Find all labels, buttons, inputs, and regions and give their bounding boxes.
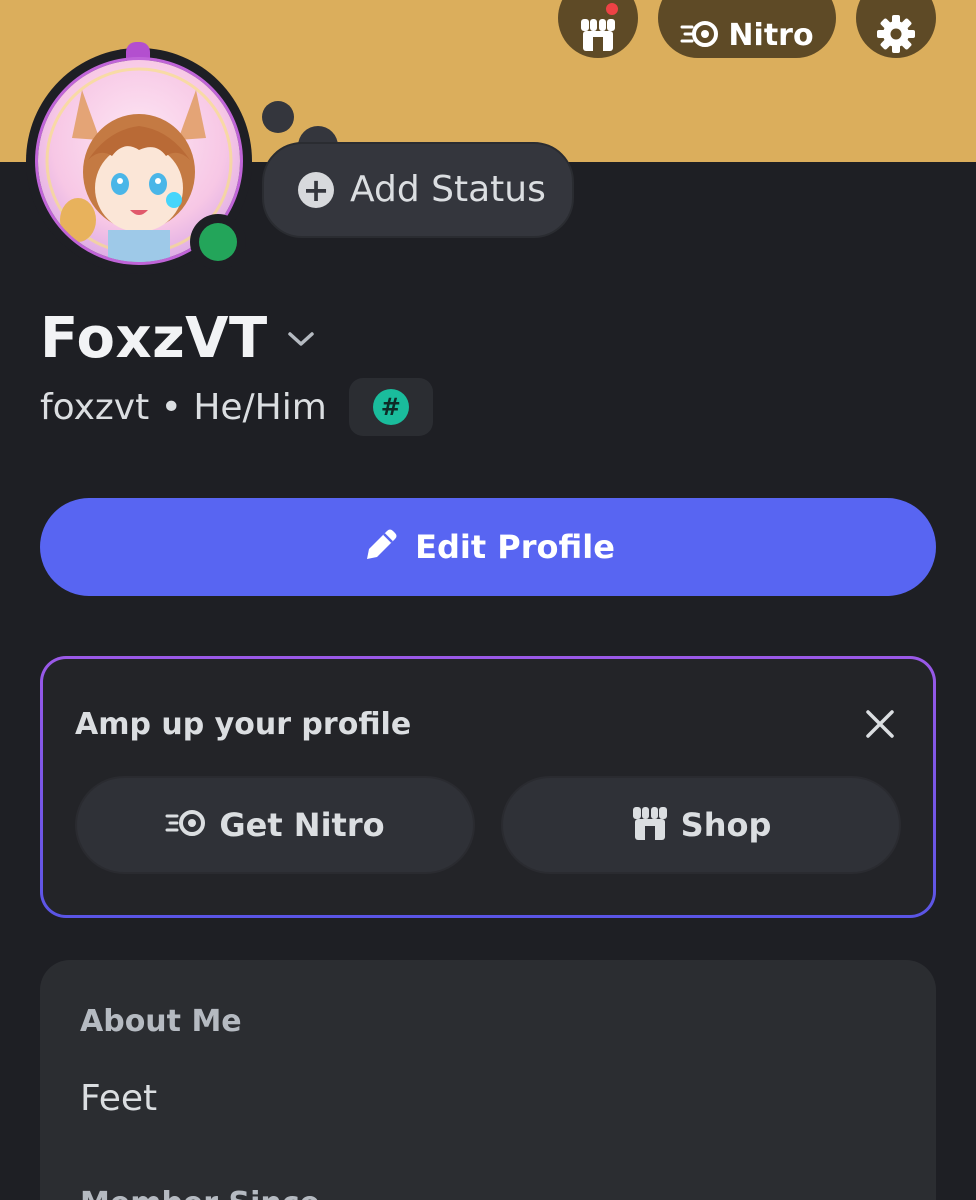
about-me-card: About Me Feet Member Since xyxy=(40,960,936,1200)
edit-profile-button[interactable]: Edit Profile xyxy=(40,498,936,596)
display-name-row[interactable]: FoxzVT xyxy=(40,306,316,371)
gear-icon xyxy=(876,14,916,58)
nitro-icon xyxy=(165,808,207,842)
online-status-indicator xyxy=(199,223,237,261)
nitro-icon xyxy=(680,19,720,53)
amp-card-title: Amp up your profile xyxy=(75,707,412,742)
shop-icon xyxy=(631,804,669,846)
shop-card-button[interactable]: Shop xyxy=(501,776,901,874)
hash-badge-icon: # xyxy=(372,389,409,425)
shop-icon xyxy=(579,15,617,57)
avatar-decoration xyxy=(126,42,150,62)
nitro-label: Nitro xyxy=(728,18,814,53)
add-status-button[interactable]: + Add Status xyxy=(262,142,574,238)
chevron-down-icon[interactable] xyxy=(286,329,316,349)
member-since-title: Member Since xyxy=(80,1186,320,1200)
add-status-label: Add Status xyxy=(350,169,546,210)
username-pronouns: foxzvt • He/Him xyxy=(40,386,327,428)
about-me-text: Feet xyxy=(80,1078,158,1119)
thought-bubble-small xyxy=(262,101,294,133)
notification-dot xyxy=(603,0,621,18)
shop-label: Shop xyxy=(680,806,772,844)
about-me-title: About Me xyxy=(80,1004,242,1039)
get-nitro-label: Get Nitro xyxy=(219,806,385,844)
get-nitro-button[interactable]: Get Nitro xyxy=(75,776,475,874)
profile-badge[interactable]: # xyxy=(348,378,433,436)
display-name: FoxzVT xyxy=(40,306,268,371)
edit-profile-label: Edit Profile xyxy=(415,528,615,566)
pencil-icon xyxy=(361,525,401,569)
amp-up-card: Amp up your profile Get Nitro Shop xyxy=(40,656,936,918)
nitro-button[interactable]: Nitro xyxy=(658,0,836,58)
close-icon[interactable] xyxy=(863,707,897,741)
plus-circle-icon: + xyxy=(298,172,334,208)
handle-row: foxzvt • He/Him # xyxy=(40,378,433,436)
profile-screen: Nitro + Add Status FoxzVT foxzvt • He/Hi… xyxy=(0,0,976,1200)
